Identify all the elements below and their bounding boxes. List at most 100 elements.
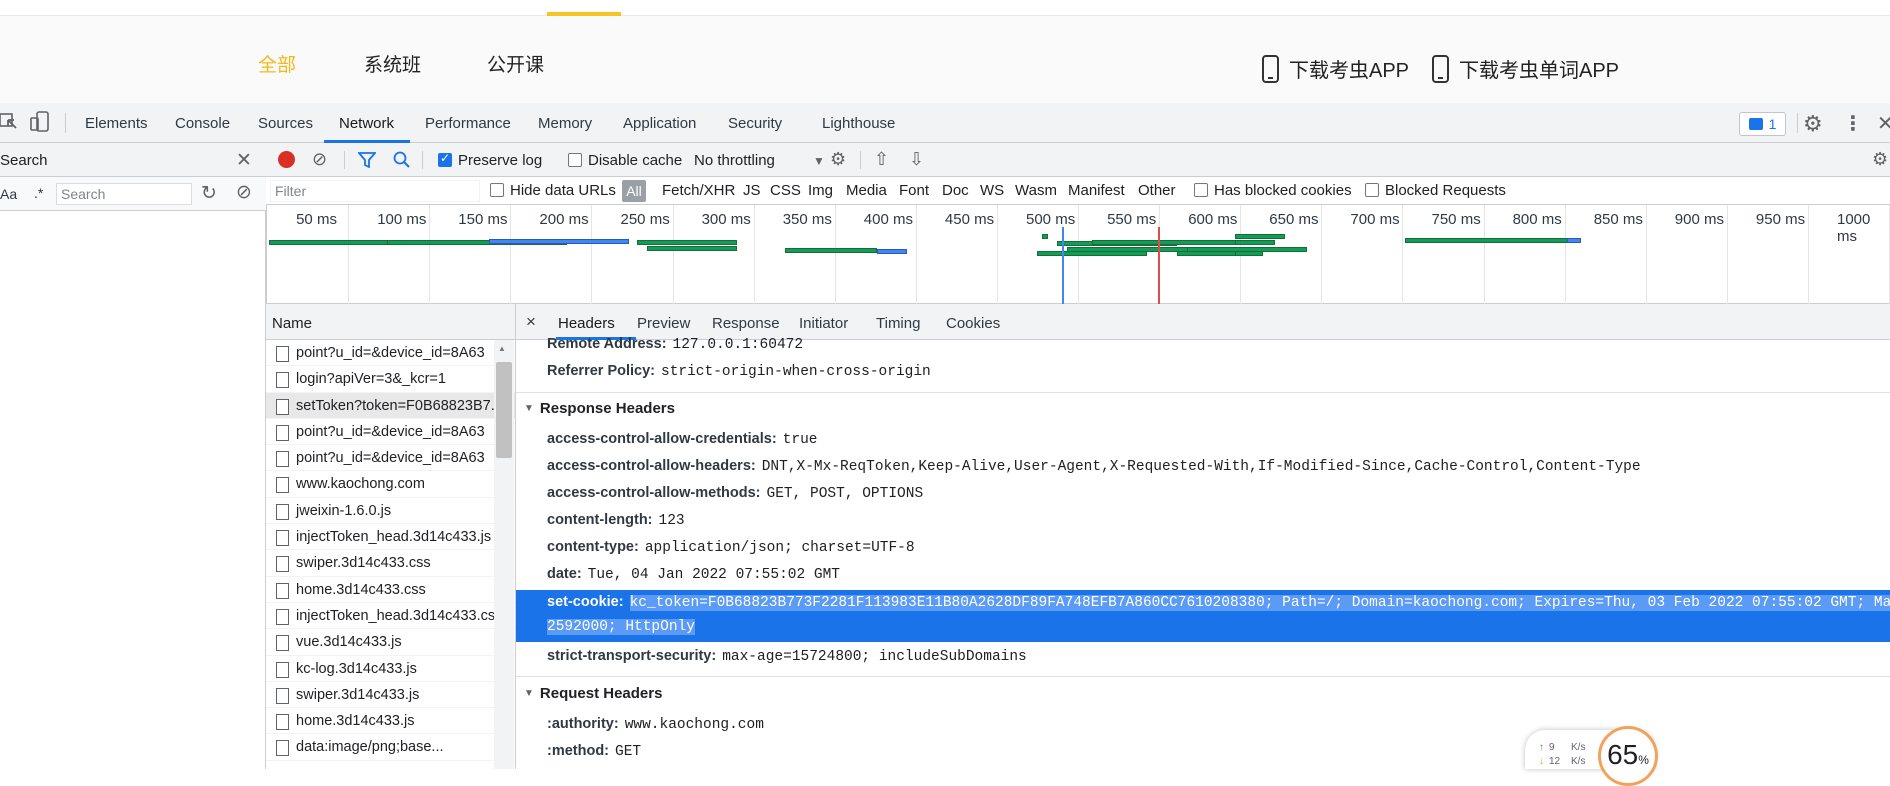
match-case-toggle[interactable]: Aa [0,186,17,202]
website-header: 全部 系统班 公开课 下载考虫APP 下载考虫单词APP [0,0,1890,103]
tab-network[interactable]: Network [339,115,394,132]
chevron-down-icon: ▼ [813,154,825,168]
settings-gear-icon[interactable]: ⚙ [1803,111,1823,137]
tab-sources[interactable]: Sources [258,115,313,132]
has-blocked-cookies-checkbox[interactable]: Has blocked cookies [1194,182,1352,199]
filter-type-all[interactable]: All [622,180,646,202]
request-row[interactable]: point?u_id=&device_id=8A63 [266,419,515,446]
request-row[interactable]: injectToken_head.3d14c433.css [266,603,515,630]
request-name: home.3d14c433.js [296,713,415,730]
network-overview[interactable]: 50 ms 100 ms 150 ms 200 ms 250 ms 300 ms 350 m… [266,205,1890,304]
blocked-requests-checkbox[interactable]: Blocked Requests [1365,182,1506,199]
request-row[interactable]: vue.3d14c433.js [266,629,515,656]
filter-type-doc[interactable]: Doc [942,182,969,199]
device-toolbar-icon[interactable] [30,111,50,133]
request-row[interactable]: home.3d14c433.js [266,708,515,735]
close-search-icon[interactable]: ✕ [236,149,252,172]
request-name: swiper.3d14c433.css [296,555,431,572]
filter-type-ws[interactable]: WS [980,182,1004,199]
request-row[interactable]: kc-log.3d14c433.js [266,656,515,682]
disable-cache-checkbox[interactable]: Disable cache [568,152,682,169]
request-row[interactable]: home.3d14c433.css [266,577,515,603]
search-input[interactable]: Search [56,183,192,205]
overview-grid-line [915,205,917,304]
regex-toggle[interactable]: .* [34,185,43,201]
tab-elements[interactable]: Elements [85,115,148,132]
overview-request-bar [1235,240,1275,245]
request-row[interactable]: jweixin-1.6.0.js [266,498,515,525]
filter-type-js[interactable]: JS [743,182,761,199]
request-row[interactable]: login?apiVer=3&_kcr=1 [266,366,515,393]
filter-type-img[interactable]: Img [808,182,833,199]
download-app-link[interactable]: 下载考虫APP [1262,54,1409,83]
header-key: date: [547,566,582,582]
request-row[interactable]: setToken?token=F0B68823B7... [266,392,515,419]
response-headers-section-toggle[interactable]: Response Headers [524,400,675,417]
details-tab-initiator[interactable]: Initiator [799,315,848,332]
inspect-element-icon[interactable] [0,112,18,132]
preserve-log-checkbox[interactable]: Preserve log [438,151,542,169]
import-har-icon[interactable]: ⇧ [874,149,889,170]
network-conditions-icon[interactable]: ⚙ [830,149,846,170]
request-row[interactable]: swiper.3d14c433.js [266,682,515,709]
record-icon[interactable] [278,151,295,168]
scroll-up-icon[interactable]: ▲ [498,344,506,353]
set-cookie-selected-row[interactable]: set-cookie: kc_token=F0B68823B773F2281F11… [516,590,1890,642]
request-row[interactable]: point?u_id=&device_id=8A63 [266,340,515,367]
checkbox-unchecked-icon [490,183,504,197]
details-tab-response[interactable]: Response [712,315,780,332]
name-column-header[interactable]: Name [266,304,515,340]
tab-console[interactable]: Console [175,115,230,132]
close-details-icon[interactable]: × [526,312,536,332]
search-icon[interactable] [393,151,411,169]
tab-performance[interactable]: Performance [425,115,511,132]
memory-gauge[interactable]: 65% [1598,726,1658,786]
request-row[interactable]: data:image/png;base... [266,734,515,761]
network-toolbar: ⊘ Preserve log Disable cache No throttli… [266,143,1890,177]
site-nav-open-class[interactable]: 公开课 [487,50,544,77]
filter-type-media[interactable]: Media [846,182,887,199]
overview-grid-line [1564,205,1566,304]
tab-lighthouse[interactable]: Lighthouse [822,115,895,132]
filter-icon[interactable] [358,152,376,168]
details-tab-preview[interactable]: Preview [637,315,690,332]
details-tab-headers[interactable]: Headers [558,315,615,332]
filter-type-css[interactable]: CSS [770,182,801,199]
request-row[interactable]: www.kaochong.com [266,471,515,498]
refresh-icon[interactable]: ↻ [201,182,217,205]
close-devtools-icon[interactable]: ✕ [1877,111,1890,136]
download-words-app-link[interactable]: 下载考虫单词APP [1432,54,1619,83]
filter-type-font[interactable]: Font [899,182,929,199]
site-top-bar [0,0,1890,16]
filter-type-manifest[interactable]: Manifest [1068,182,1125,199]
tab-application[interactable]: Application [623,115,696,132]
filter-type-wasm[interactable]: Wasm [1015,182,1057,199]
site-nav-system-class[interactable]: 系统班 [364,50,421,77]
request-headers-section-toggle[interactable]: Request Headers [524,685,663,702]
details-tab-timing[interactable]: Timing [876,315,920,332]
file-icon [276,477,289,494]
section-divider [516,392,1890,393]
throttling-select[interactable]: No throttling ▼ [694,152,825,169]
export-har-icon[interactable]: ⇩ [909,149,924,170]
filter-type-other[interactable]: Other [1138,182,1176,199]
more-options-icon[interactable]: ⋮ [1843,111,1863,136]
tab-memory[interactable]: Memory [538,115,592,132]
network-settings-icon[interactable]: ⚙ [1872,149,1888,170]
hide-data-urls-checkbox[interactable]: Hide data URLs [490,182,616,199]
clear-search-icon[interactable]: ⊘ [236,181,252,204]
issues-badge[interactable]: 1 [1739,112,1786,136]
site-nav-all[interactable]: 全部 [258,50,296,77]
filter-type-fetch-xhr[interactable]: Fetch/XHR [662,182,735,199]
request-row[interactable]: swiper.3d14c433.css [266,550,515,577]
overview-grid-line [1402,205,1404,304]
request-name: injectToken_head.3d14c433.css [296,607,503,624]
clear-log-icon[interactable]: ⊘ [312,149,327,170]
details-tab-cookies[interactable]: Cookies [946,315,1000,332]
filter-input[interactable]: Filter [270,180,480,202]
tab-security[interactable]: Security [728,115,782,132]
blocked-requests-label: Blocked Requests [1385,182,1506,199]
request-row[interactable]: point?u_id=&device_id=8A63 [266,445,515,472]
request-row[interactable]: injectToken_head.3d14c433.js [266,524,515,551]
request-list-scroll-thumb[interactable] [496,362,512,458]
